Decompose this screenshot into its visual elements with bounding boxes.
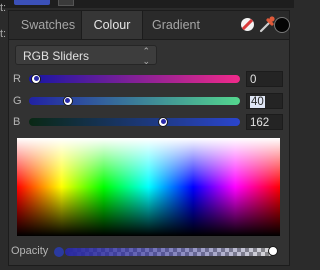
colour-mode-dropdown[interactable]: RGB Sliders ⌃ ⌄ [15, 45, 157, 66]
colour-panel: Swatches Colour Gradient RGB Sliders ⌃ ⌄ … [8, 10, 290, 266]
colour-spectrum[interactable] [17, 138, 280, 236]
value-field-r[interactable]: 0 [246, 71, 283, 87]
slider-label-b: B [13, 116, 21, 128]
tab-gradient[interactable]: Gradient [143, 11, 209, 39]
slider-track-r[interactable] [29, 75, 240, 83]
chevron-updown-icon: ⌃ ⌄ [142, 46, 150, 66]
top-strip [0, 0, 294, 8]
colour-mode-value: RGB Sliders [23, 49, 90, 63]
panel-tabs: Swatches Colour Gradient [9, 11, 290, 40]
tab-swatches[interactable]: Swatches [15, 11, 81, 39]
eyedropper-icon[interactable] [259, 15, 275, 33]
opacity-colour-dot [54, 247, 64, 257]
slider-knob-r[interactable] [31, 73, 41, 84]
value-field-b[interactable]: 162 [246, 114, 283, 130]
opacity-slider-knob[interactable] [268, 246, 278, 256]
slider-track-g[interactable] [29, 97, 240, 105]
value-r: 0 [250, 74, 257, 86]
value-field-g[interactable]: 40 [246, 93, 283, 109]
slider-knob-g[interactable] [62, 95, 73, 106]
opacity-slider-track[interactable] [65, 248, 273, 256]
slider-knob-b[interactable] [158, 116, 169, 127]
fill-swatch[interactable] [14, 0, 50, 5]
slider-label-r: R [13, 73, 21, 85]
tab-colour[interactable]: Colour [81, 11, 143, 39]
value-g: 40 [250, 96, 265, 108]
black-swatch-icon[interactable] [274, 17, 290, 33]
left-edge-label: t: [0, 28, 7, 40]
stroke-swatch[interactable] [58, 0, 74, 6]
opacity-label: Opacity [11, 245, 49, 257]
value-b: 162 [250, 117, 270, 129]
no-fill-icon[interactable] [241, 18, 254, 31]
left-edge-label: t: [0, 2, 7, 14]
slider-track-b[interactable] [29, 118, 240, 126]
slider-label-g: G [13, 95, 22, 107]
